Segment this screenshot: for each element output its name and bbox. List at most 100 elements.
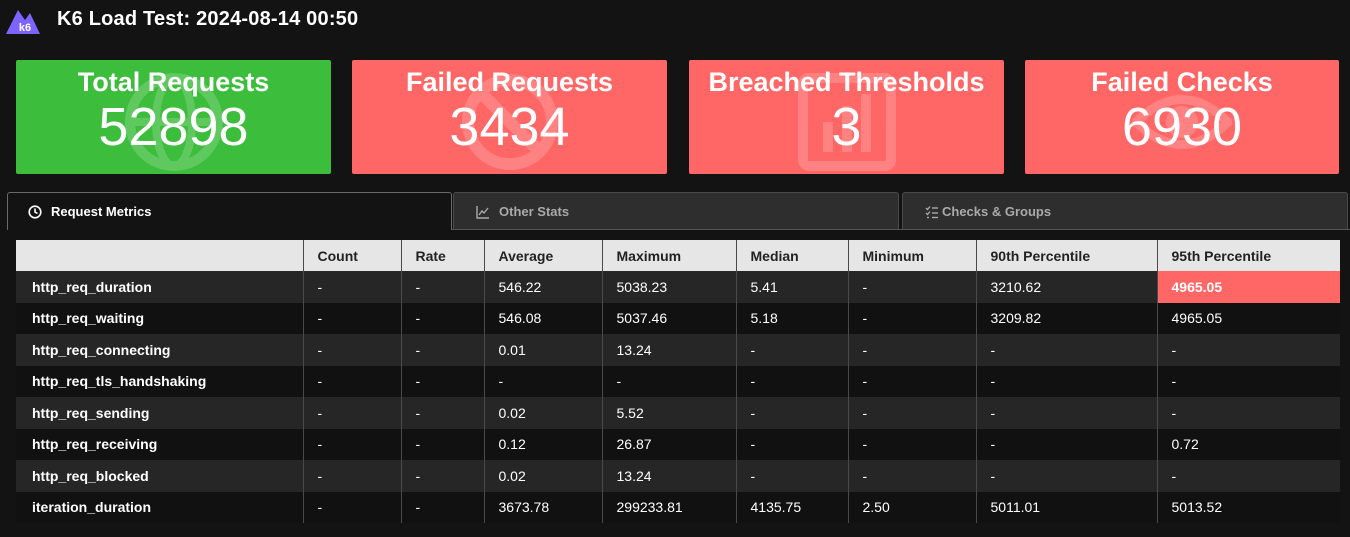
line-chart-icon xyxy=(476,205,489,219)
card-total-requests: Total Requests 52898 xyxy=(16,60,331,174)
table-body: http_req_duration - -546.22 5038.23 5.41-321… xyxy=(16,271,1340,523)
metric-value-cell: 5.41 xyxy=(735,271,848,303)
metric-value-cell: - xyxy=(847,334,976,366)
metric-name-cell: http_req_waiting xyxy=(16,302,303,334)
tab-checks-groups[interactable]: Checks & Groups xyxy=(902,192,1348,230)
card-label: Total Requests xyxy=(77,67,270,97)
metric-value-cell: 4965.05 xyxy=(1156,271,1340,303)
metric-name-cell: http_req_duration xyxy=(16,271,303,303)
tab-label: Request Metrics xyxy=(51,204,152,219)
column-header: Count xyxy=(302,240,401,271)
metric-value-cell: - xyxy=(1156,460,1340,492)
metric-value-cell: - xyxy=(975,334,1157,366)
metric-value-cell: - xyxy=(400,428,484,460)
clock-icon xyxy=(28,204,42,219)
metric-value-cell: 5.52 xyxy=(601,397,736,429)
metric-value-cell: - xyxy=(735,365,848,397)
table-row: http_req_duration - -546.22 5038.23 5.41-321… xyxy=(16,271,1340,303)
tab-bar: Request Metrics Other Stats Checks & Gro… xyxy=(0,192,1350,230)
metric-value-cell: - xyxy=(302,334,401,366)
metric-value-cell: 3210.62 xyxy=(975,271,1157,303)
metric-value-cell: - xyxy=(847,428,976,460)
tab-underline xyxy=(452,229,1350,230)
metric-value-cell: - xyxy=(975,460,1157,492)
card-value: 52898 xyxy=(98,97,249,157)
metric-value-cell: - xyxy=(601,365,736,397)
card-label: Breached Thresholds xyxy=(708,67,985,97)
column-header: 90th Percentile xyxy=(975,240,1157,271)
metric-value-cell: - xyxy=(975,428,1157,460)
metric-value-cell: - xyxy=(302,302,401,334)
metric-value-cell: 13.24 xyxy=(601,334,736,366)
metric-value-cell: - xyxy=(1156,334,1340,366)
table-row: http_req_tls_handshaking - - - - - - - - xyxy=(16,365,1340,397)
k6-logo-icon: k6 xyxy=(6,10,40,34)
metric-value-cell: 26.87 xyxy=(601,428,736,460)
column-header: 95th Percentile xyxy=(1156,240,1340,271)
metric-value-cell: 3673.78 xyxy=(483,491,602,523)
metric-value-cell: - xyxy=(400,365,484,397)
metric-value-cell: 5038.23 xyxy=(601,271,736,303)
metric-value-cell: - xyxy=(400,271,484,303)
metric-value-cell: - xyxy=(975,397,1157,429)
metric-value-cell: - xyxy=(302,365,401,397)
metric-value-cell: - xyxy=(1156,397,1340,429)
metric-value-cell: - xyxy=(483,365,602,397)
metric-value-cell: 0.02 xyxy=(483,460,602,492)
metric-value-cell: 0.02 xyxy=(483,397,602,429)
card-value: 3434 xyxy=(449,97,570,157)
metric-name-cell: http_req_tls_handshaking xyxy=(16,365,303,397)
header: k6 K6 Load Test: 2024-08-14 00:50 xyxy=(0,0,1350,40)
column-header xyxy=(16,240,303,271)
metric-value-cell: 546.08 xyxy=(483,302,602,334)
metric-value-cell: 5.18 xyxy=(735,302,848,334)
table-row: http_req_connecting - -0.01 13.24- - - - xyxy=(16,334,1340,366)
card-failed-requests: Failed Requests 3434 xyxy=(352,60,667,174)
metric-name-cell: iteration_duration xyxy=(16,491,303,523)
metric-value-cell: - xyxy=(302,397,401,429)
metric-value-cell: - xyxy=(400,334,484,366)
metric-value-cell: 0.01 xyxy=(483,334,602,366)
metric-value-cell: - xyxy=(302,460,401,492)
tab-label: Checks & Groups xyxy=(942,204,1052,219)
metric-value-cell: 0.12 xyxy=(483,428,602,460)
metric-value-cell: - xyxy=(400,302,484,334)
request-metrics-panel: Count Rate Average Maximum Median Minimu… xyxy=(16,240,1340,523)
metric-name-cell: http_req_connecting xyxy=(16,334,303,366)
metric-value-cell: 4965.05 xyxy=(1156,302,1340,334)
metric-value-cell: - xyxy=(847,397,976,429)
metric-value-cell: 5011.01 xyxy=(975,491,1157,523)
card-failed-checks: Failed Checks 6930 xyxy=(1025,60,1339,174)
metric-value-cell: 299233.81 xyxy=(601,491,736,523)
card-breached-thresholds: Breached Thresholds 3 xyxy=(689,60,1004,174)
metric-value-cell: 0.72 xyxy=(1156,428,1340,460)
tab-label: Other Stats xyxy=(499,204,570,219)
metric-value-cell: - xyxy=(302,428,401,460)
metric-value-cell: - xyxy=(847,460,976,492)
column-header: Maximum xyxy=(601,240,736,271)
card-label: Failed Requests xyxy=(405,67,614,97)
table-row: http_req_sending - -0.02 5.52- - - - xyxy=(16,397,1340,429)
metric-value-cell: - xyxy=(400,491,484,523)
metric-name-cell: http_req_blocked xyxy=(16,460,303,492)
card-label: Failed Checks xyxy=(1091,67,1273,97)
metric-value-cell: - xyxy=(400,460,484,492)
logo-text: k6 xyxy=(19,22,31,34)
column-header: Median xyxy=(735,240,848,271)
table-row: http_req_receiving - -0.12 26.87- - -0.72 xyxy=(16,428,1340,460)
metric-value-cell: - xyxy=(975,365,1157,397)
metric-value-cell: - xyxy=(847,365,976,397)
metric-value-cell: - xyxy=(1156,365,1340,397)
tab-other-stats[interactable]: Other Stats xyxy=(453,192,899,230)
metric-value-cell: - xyxy=(302,271,401,303)
tab-request-metrics[interactable]: Request Metrics xyxy=(7,192,452,230)
metric-value-cell: - xyxy=(400,397,484,429)
metric-value-cell: 3209.82 xyxy=(975,302,1157,334)
column-header: Minimum xyxy=(847,240,976,271)
metric-value-cell: 546.22 xyxy=(483,271,602,303)
metric-name-cell: http_req_sending xyxy=(16,397,303,429)
metric-value-cell: - xyxy=(735,428,848,460)
metric-value-cell: 4135.75 xyxy=(735,491,848,523)
table-header-row: Count Rate Average Maximum Median Minimu… xyxy=(16,240,1340,271)
metric-name-cell: http_req_receiving xyxy=(16,428,303,460)
